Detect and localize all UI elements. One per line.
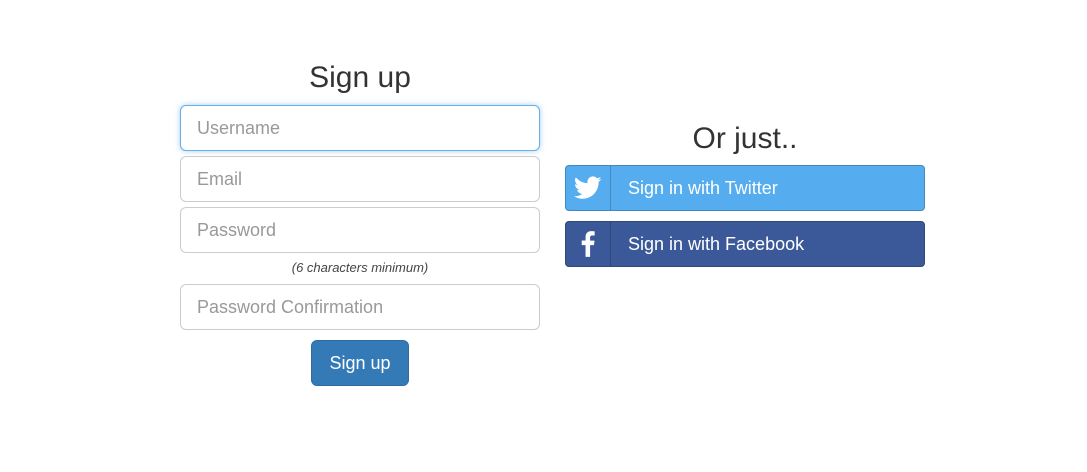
signup-title: Sign up	[309, 61, 411, 94]
social-title: Or just..	[692, 122, 798, 155]
twitter-icon	[566, 166, 611, 210]
email-input[interactable]	[180, 156, 540, 202]
facebook-icon	[566, 222, 611, 266]
signup-form: Sign up (6 characters minimum) Sign up	[180, 58, 540, 386]
username-input[interactable]	[180, 105, 540, 151]
page: Sign up (6 characters minimum) Sign up O…	[0, 0, 1087, 472]
facebook-signin-button[interactable]: Sign in with Facebook	[565, 221, 925, 267]
submit-wrapper: Sign up	[180, 340, 540, 386]
password-hint: (6 characters minimum)	[291, 260, 429, 275]
password-input[interactable]	[180, 207, 540, 253]
signup-button[interactable]: Sign up	[311, 340, 409, 386]
twitter-signin-button[interactable]: Sign in with Twitter	[565, 165, 925, 211]
facebook-signin-label: Sign in with Facebook	[628, 233, 805, 254]
password-confirmation-input[interactable]	[180, 284, 540, 330]
twitter-signin-label: Sign in with Twitter	[628, 177, 778, 198]
social-signin: Or just.. Sign in with Twitter Sign in w…	[565, 118, 925, 267]
